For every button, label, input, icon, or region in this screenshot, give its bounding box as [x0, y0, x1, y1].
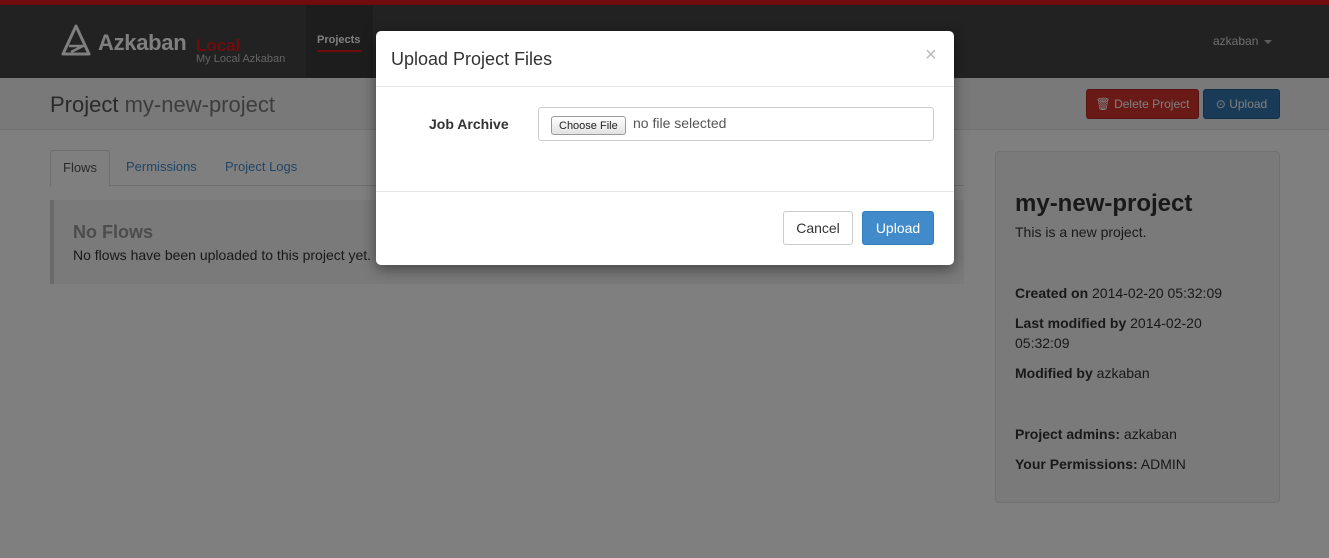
- modal-footer-divider: [376, 191, 954, 192]
- job-archive-file-input[interactable]: Choose File no file selected: [538, 107, 934, 141]
- modal-upload-button[interactable]: Upload: [862, 211, 934, 245]
- modal-header-divider: [376, 86, 954, 87]
- modal-title: Upload Project Files: [391, 49, 553, 69]
- upload-modal: Upload Project Files × Job Archive Choos…: [376, 31, 954, 265]
- job-archive-label: Job Archive: [429, 116, 509, 132]
- close-icon[interactable]: ×: [925, 45, 937, 65]
- file-status-text: no file selected: [633, 115, 727, 131]
- cancel-button[interactable]: Cancel: [783, 211, 853, 245]
- choose-file-button[interactable]: Choose File: [551, 116, 626, 135]
